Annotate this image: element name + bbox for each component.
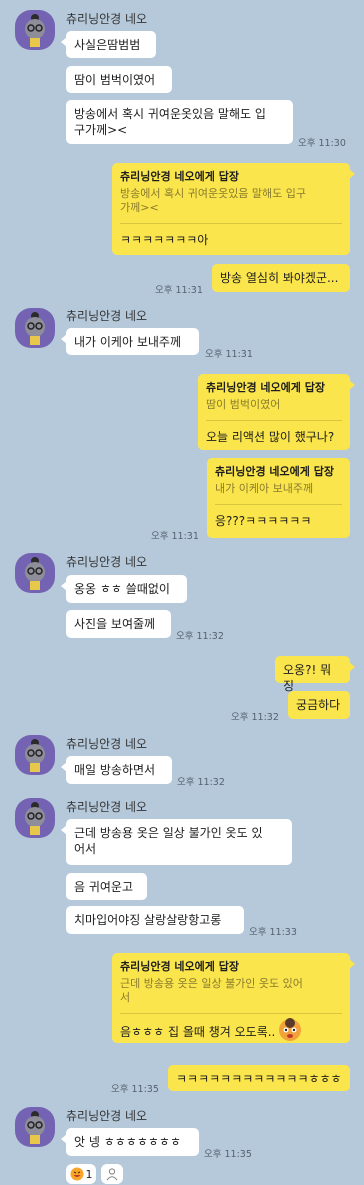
- sender-name: 츄리닝안경 네오: [66, 309, 148, 323]
- message-text: ㅋㅋㅋㅋㅋㅋㅋㅋㅋㅋㅋㅋㅎㅎㅎ: [176, 1072, 342, 1086]
- message-bubble[interactable]: 사실은땀범범: [61, 31, 156, 58]
- message-text-line: 방송에서 혹시 귀여운옷있음 말해도 입: [74, 107, 266, 121]
- profile-character-icon: [25, 739, 45, 772]
- avatar[interactable]: [15, 10, 55, 50]
- profile-character-icon: [25, 1111, 45, 1144]
- reply-header: 츄리닝안경 네오에게 답장: [120, 960, 239, 973]
- message-text: 음ㅎㅎㅎ 집 올때 챙겨 오도록..: [120, 1025, 276, 1039]
- message-bubble[interactable]: 궁금하다: [288, 691, 350, 719]
- reply-header: 츄리닝안경 네오에게 답장: [215, 465, 334, 478]
- message-bubble[interactable]: 근데 방송용 옷은 일상 불가인 옷도 있 어서: [61, 819, 292, 865]
- reply-quote[interactable]: 방송에서 혹시 귀여운옷있음 말해도 입구 가께><: [120, 187, 342, 215]
- sender-name: 츄리닝안경 네오: [66, 800, 148, 814]
- reply-divider: [215, 504, 342, 505]
- message-time: 오후 11:30: [298, 138, 346, 149]
- sender-name: 츄리닝안경 네오: [66, 1109, 148, 1123]
- message-bubble[interactable]: 오옹?! 뭐징: [275, 656, 355, 693]
- reply-bubble[interactable]: 츄리닝안경 네오에게 답장 근데 방송용 옷은 일상 불가인 옷도 있어 서 음…: [112, 953, 355, 1043]
- message-time: 오후 11:35: [204, 1149, 252, 1160]
- reply-quote[interactable]: 땀이 범벅이였어: [206, 398, 342, 412]
- message-text: ㅋㅋㅋㅋㅋㅋㅋ아: [120, 233, 209, 247]
- avatar[interactable]: [15, 798, 55, 838]
- reply-divider: [206, 420, 342, 421]
- reply-divider: [120, 223, 342, 224]
- sender-name: 츄리닝안경 네오: [66, 12, 148, 26]
- reply-quote-line: 방송에서 혹시 귀여운옷있음 말해도 입구: [120, 187, 307, 200]
- reply-quote-line: 서: [120, 991, 131, 1004]
- message-text-line: 어서: [74, 842, 97, 856]
- message-bubble[interactable]: 땀이 범벅이였어: [66, 66, 172, 93]
- message-text: 땀이 범벅이였어: [74, 73, 156, 87]
- message-text: 오옹?! 뭐징: [283, 663, 332, 693]
- avatar[interactable]: [15, 735, 55, 775]
- avatar[interactable]: [15, 308, 55, 348]
- message-bubble[interactable]: 옹옹 ㅎㅎ 쓸때없이: [61, 575, 187, 603]
- profile-character-icon: [25, 14, 45, 47]
- reply-bubble[interactable]: 츄리닝안경 네오에게 답장 땀이 범벅이였어 오늘 리액션 많이 했구나?: [198, 374, 355, 450]
- message-time: 오후 11:35: [111, 1084, 159, 1095]
- message-bubble[interactable]: 사진을 보여줄께: [66, 610, 171, 638]
- profile-character-icon: [25, 802, 45, 835]
- message-bubble[interactable]: ㅋㅋㅋㅋㅋㅋㅋㅋㅋㅋㅋㅋㅎㅎㅎ: [168, 1065, 350, 1091]
- message-bubble[interactable]: 매일 방송하면서: [61, 756, 172, 784]
- message-text: 사진을 보여줄께: [74, 617, 156, 631]
- message-text-line: 근데 방송용 옷은 일상 불가인 옷도 있: [74, 826, 263, 840]
- message-bubble[interactable]: 방송에서 혹시 귀여운옷있음 말해도 입 구가께><: [66, 100, 293, 144]
- message-text: 앗 넹 ㅎㅎㅎㅎㅎㅎㅎ: [74, 1135, 181, 1149]
- message-bubble[interactable]: 내가 이케아 보내주께: [61, 328, 199, 355]
- message-text: 오늘 리액션 많이 했구나?: [206, 430, 335, 444]
- reply-header: 츄리닝안경 네오에게 답장: [120, 170, 239, 183]
- reaction-chip[interactable]: 1: [66, 1164, 96, 1184]
- message-text: 궁금하다: [296, 698, 341, 712]
- person-icon: [106, 1168, 118, 1181]
- message-time: 오후 11:32: [231, 712, 279, 723]
- message-time: 오후 11:32: [177, 777, 225, 788]
- reply-divider: [120, 1013, 342, 1014]
- laughing-face-icon: [70, 1167, 83, 1181]
- message-text: 옹옹 ㅎㅎ 쓸때없이: [74, 582, 170, 596]
- reaction-count: 1: [85, 1167, 93, 1181]
- message-bubble[interactable]: 음 귀여운고: [66, 873, 147, 900]
- message-text: 응???ㅋㅋㅋㅋㅋㅋ: [215, 514, 312, 528]
- message-text: 내가 이케아 보내주께: [74, 335, 181, 349]
- message-time: 오후 11:33: [249, 927, 297, 938]
- message-text: 음 귀여운고: [74, 880, 134, 894]
- message-time: 오후 11:31: [151, 531, 199, 542]
- sender-name: 츄리닝안경 네오: [66, 555, 148, 569]
- message-text: 방송 열심히 봐야겠군...: [220, 271, 339, 285]
- add-reaction-button[interactable]: [101, 1164, 123, 1184]
- avatar[interactable]: [15, 1107, 55, 1147]
- reply-quote[interactable]: 근데 방송용 옷은 일상 불가인 옷도 있어 서: [120, 977, 342, 1005]
- profile-character-icon: [25, 312, 45, 345]
- profile-character-icon: [25, 557, 45, 590]
- message-time: 오후 11:31: [205, 349, 253, 360]
- message-bubble[interactable]: 방송 열심히 봐야겠군...: [212, 264, 350, 292]
- message-bubble[interactable]: 치마입어야징 살랑살랑항고롱: [66, 906, 244, 934]
- reply-bubble[interactable]: 츄리닝안경 네오에게 답장 방송에서 혹시 귀여운옷있음 말해도 입구 가께><…: [112, 163, 355, 255]
- reply-bubble[interactable]: 츄리닝안경 네오에게 답장 내가 이케아 보내주께 응???ㅋㅋㅋㅋㅋㅋ: [207, 458, 350, 538]
- avatar[interactable]: [15, 553, 55, 593]
- message-text-line: 구가께><: [74, 123, 128, 137]
- reply-header: 츄리닝안경 네오에게 답장: [206, 381, 325, 394]
- reply-quote-line: 근데 방송용 옷은 일상 불가인 옷도 있어: [120, 977, 303, 990]
- message-text: 치마입어야징 살랑살랑항고롱: [74, 913, 222, 927]
- shy-emoticon-icon: [279, 1018, 302, 1041]
- message-text: 매일 방송하면서: [74, 763, 156, 777]
- sender-name: 츄리닝안경 네오: [66, 737, 148, 751]
- reply-quote[interactable]: 내가 이케아 보내주께: [215, 482, 342, 496]
- reply-quote-line: 가께><: [120, 201, 159, 214]
- message-time: 오후 11:32: [176, 631, 224, 642]
- message-bubble[interactable]: 앗 넹 ㅎㅎㅎㅎㅎㅎㅎ: [61, 1128, 199, 1156]
- message-time: 오후 11:31: [155, 285, 203, 296]
- message-text: 사실은땀범범: [74, 38, 141, 52]
